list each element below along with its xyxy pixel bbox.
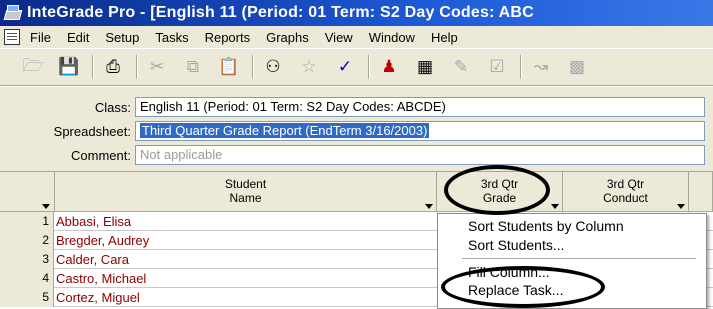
student-name[interactable]: Abbasi, Elisa bbox=[56, 212, 131, 231]
menu-graphs[interactable]: Graphs bbox=[266, 30, 309, 45]
app-icon[interactable] bbox=[3, 4, 23, 22]
highlight-oval-grade-header bbox=[444, 165, 550, 215]
spreadsheet-info-panel: Class: English 11 (Period: 01 Term: S2 D… bbox=[0, 87, 713, 172]
corner-dropdown-icon bbox=[42, 204, 50, 209]
comment-row: Comment: Not applicable bbox=[0, 145, 713, 165]
copy-icon[interactable]: ⧉ bbox=[180, 54, 206, 80]
paste-icon[interactable]: 📋 bbox=[216, 54, 242, 80]
menu-setup[interactable]: Setup bbox=[105, 30, 139, 45]
toolbar-separator bbox=[92, 55, 94, 79]
class-field[interactable]: English 11 (Period: 01 Term: S2 Day Code… bbox=[135, 97, 705, 117]
row-number: 1 bbox=[0, 212, 54, 231]
column-header-3rd-qtr-conduct[interactable]: 3rd Qtr Conduct bbox=[563, 172, 689, 212]
menu-file[interactable]: File bbox=[30, 30, 51, 45]
save-icon[interactable]: 💾 bbox=[56, 54, 82, 80]
toolbar: 🗁 💾 ⎙ ✂ ⧉ 📋 ⚇ ☆ ✓ ♟ ▦ ✎ ☑ ↝ ▩ bbox=[0, 48, 713, 86]
open-folder-icon[interactable]: 🗁 bbox=[20, 54, 46, 80]
student-name[interactable]: Cortez, Miguel bbox=[56, 288, 140, 307]
print-icon[interactable]: ⎙ bbox=[100, 54, 126, 80]
column-header-student-name[interactable]: Student Name bbox=[55, 172, 437, 212]
window-title: InteGrade Pro - [English 11 (Period: 01 … bbox=[27, 4, 534, 21]
find-icon[interactable]: ⚇ bbox=[260, 54, 286, 80]
toolbar-separator bbox=[520, 55, 522, 79]
line-chart-icon[interactable]: ↝ bbox=[528, 54, 554, 80]
column-dropdown-icon bbox=[677, 204, 685, 209]
row-header-corner[interactable] bbox=[0, 172, 55, 212]
comment-value: Not applicable bbox=[140, 147, 223, 162]
comment-field[interactable]: Not applicable bbox=[135, 145, 705, 165]
student-name[interactable]: Calder, Cara bbox=[56, 250, 129, 269]
students-icon[interactable]: ♟ bbox=[376, 54, 402, 80]
grid-icon[interactable]: ▦ bbox=[412, 54, 438, 80]
class-row: Class: English 11 (Period: 01 Term: S2 D… bbox=[0, 97, 713, 117]
class-label: Class: bbox=[94, 99, 131, 115]
menu-tasks[interactable]: Tasks bbox=[155, 30, 188, 45]
column-header-next[interactable] bbox=[689, 172, 713, 212]
column-header-line2: Name bbox=[229, 191, 262, 205]
spreadsheet-label: Spreadsheet: bbox=[53, 123, 131, 139]
column-header-line2: Conduct bbox=[603, 191, 648, 205]
menu-view[interactable]: View bbox=[325, 30, 353, 45]
class-value: English 11 (Period: 01 Term: S2 Day Code… bbox=[140, 99, 446, 114]
toolbar-separator bbox=[252, 55, 254, 79]
menu-bar: File Edit Setup Tasks Reports Graphs Vie… bbox=[0, 26, 713, 48]
find-next-icon[interactable]: ☆ bbox=[296, 54, 322, 80]
toolbar-separator bbox=[368, 55, 370, 79]
column-dropdown-icon bbox=[551, 204, 559, 209]
toolbar-separator bbox=[136, 55, 138, 79]
student-name[interactable]: Bregder, Audrey bbox=[56, 231, 149, 250]
menu-separator bbox=[462, 258, 696, 259]
spell-check-icon[interactable]: ✓ bbox=[332, 54, 358, 80]
column-dropdown-icon bbox=[425, 204, 433, 209]
new-assignment-icon[interactable]: ✎ bbox=[448, 54, 474, 80]
menu-help[interactable]: Help bbox=[431, 30, 458, 45]
menu-edit[interactable]: Edit bbox=[67, 30, 89, 45]
menu-reports[interactable]: Reports bbox=[205, 30, 251, 45]
title-bar: InteGrade Pro - [English 11 (Period: 01 … bbox=[0, 0, 713, 26]
column-header-line1: 3rd Qtr bbox=[606, 177, 645, 191]
row-number: 2 bbox=[0, 231, 54, 250]
row-number: 4 bbox=[0, 269, 54, 288]
edit-assignment-icon[interactable]: ☑ bbox=[484, 54, 510, 80]
row-number: 3 bbox=[0, 250, 54, 269]
student-name[interactable]: Castro, Michael bbox=[56, 269, 146, 288]
row-number: 5 bbox=[0, 288, 54, 307]
comment-label: Comment: bbox=[71, 147, 131, 163]
highlight-oval-replace-task bbox=[441, 266, 605, 308]
document-icon[interactable] bbox=[4, 29, 20, 45]
menu-item-sort-students[interactable]: Sort Students... bbox=[468, 235, 565, 255]
column-header-line1: Student bbox=[224, 177, 267, 191]
spreadsheet-value: Third Quarter Grade Report (EndTerm 3/16… bbox=[140, 123, 430, 138]
menu-window[interactable]: Window bbox=[369, 30, 415, 45]
spreadsheet-field[interactable]: Third Quarter Grade Report (EndTerm 3/16… bbox=[135, 121, 705, 141]
cut-icon[interactable]: ✂ bbox=[144, 54, 170, 80]
bar-chart-icon[interactable]: ▩ bbox=[564, 54, 590, 80]
menu-item-sort-students-by-column[interactable]: Sort Students by Column bbox=[468, 216, 624, 236]
spreadsheet-row: Spreadsheet: Third Quarter Grade Report … bbox=[0, 121, 713, 141]
